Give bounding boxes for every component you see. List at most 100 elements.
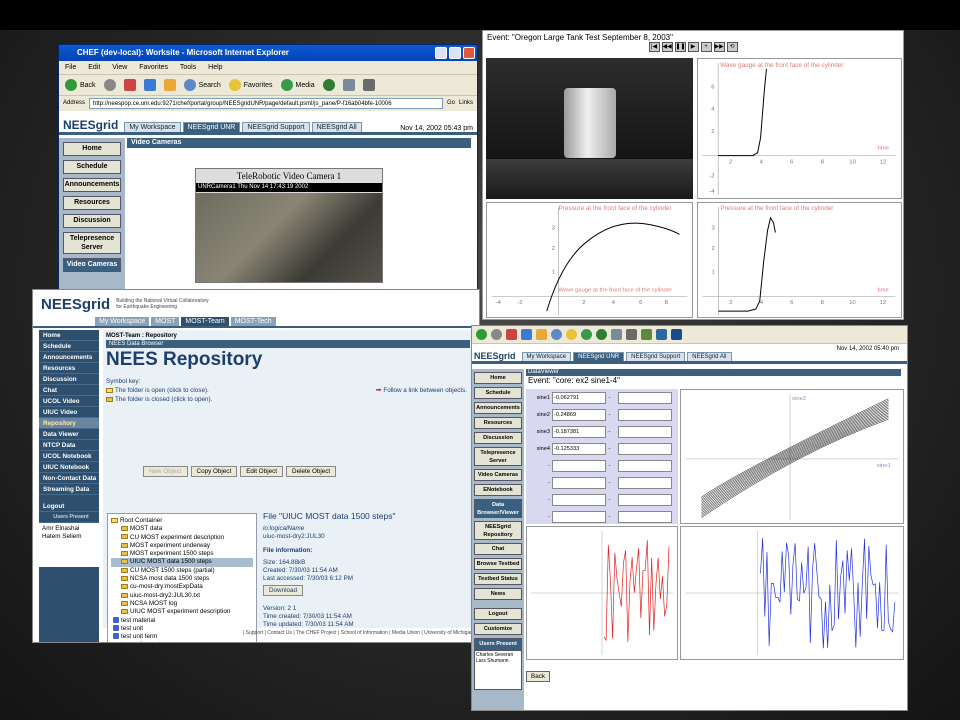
- tab-neesgrid-unr[interactable]: NEESgrid UNR: [573, 352, 625, 361]
- forward-arrow-icon[interactable]: [103, 79, 116, 91]
- nav-neesgrid-repository[interactable]: NEESgrid Repository: [474, 521, 522, 540]
- tree-item[interactable]: uiuc-most-dry2:JUL30.txt: [111, 592, 253, 600]
- nav-repository[interactable]: Repository: [39, 418, 99, 429]
- nav-enotebook[interactable]: ENotebook: [474, 484, 522, 496]
- tree-item[interactable]: Root Container: [111, 517, 253, 525]
- tree-item[interactable]: NCSA MOST log: [111, 600, 253, 608]
- tree-item[interactable]: MOST experiment underway: [111, 542, 253, 550]
- nav-data-browser-viewer[interactable]: Data Browser/Viewer: [474, 499, 522, 518]
- sine-value-field[interactable]: [552, 460, 606, 472]
- copy-object-button[interactable]: Copy Object: [190, 466, 238, 477]
- tank-video-frame[interactable]: [486, 58, 693, 199]
- tree-item[interactable]: NCSA most data 1500 steps: [111, 575, 253, 583]
- nav-non-contact-data[interactable]: Non-Contact Data: [39, 473, 99, 484]
- nav-logout[interactable]: Logout: [474, 608, 522, 620]
- menu-favorites[interactable]: Favorites: [139, 64, 168, 71]
- loop-button[interactable]: ⟲: [726, 42, 738, 52]
- menu-file[interactable]: File: [65, 64, 76, 71]
- home-icon[interactable]: [536, 329, 547, 340]
- nav-data-viewer[interactable]: Data Viewer: [39, 429, 99, 440]
- tab-most-tech[interactable]: MOST-Tech: [230, 317, 276, 326]
- back-button[interactable]: Back: [526, 671, 550, 682]
- menu-tools[interactable]: Tools: [180, 64, 196, 71]
- download-button[interactable]: Download: [263, 585, 304, 596]
- nav-telepresence-server[interactable]: Telepresence Server: [63, 232, 121, 254]
- tree-item[interactable]: CU MOST 1500 steps (partial): [111, 567, 253, 575]
- nav-schedule[interactable]: Schedule: [474, 387, 522, 399]
- sine-value-field[interactable]: -0.187381: [552, 426, 606, 438]
- nav-discussion[interactable]: Discussion: [63, 214, 121, 228]
- tree-item[interactable]: test material: [111, 617, 253, 625]
- tree-item[interactable]: CU MOST experiment description: [111, 534, 253, 542]
- tree-item[interactable]: UIUC MOST data 1500 steps: [111, 558, 253, 567]
- camera-image[interactable]: [196, 193, 382, 282]
- nav-uiuc-video[interactable]: UIUC Video: [39, 407, 99, 418]
- plot-wave-gauge-time[interactable]: 2 4 6 8 10 12 6 4 2 -2 -4 Wave gauge at the front…: [697, 58, 902, 199]
- tab-most-team[interactable]: MOST-Team: [181, 317, 229, 326]
- tab-neesgrid-all[interactable]: NEESgrid All: [311, 122, 362, 132]
- nav-resources[interactable]: Resources: [63, 196, 121, 210]
- play-button[interactable]: ▶: [687, 42, 699, 52]
- mail-icon[interactable]: [611, 329, 622, 340]
- media-icon[interactable]: [581, 329, 592, 340]
- nav-telepresence-server[interactable]: Telepresence Server: [474, 447, 522, 466]
- tab-my-workspace[interactable]: My Workspace: [521, 352, 572, 361]
- maximize-icon[interactable]: [449, 47, 461, 59]
- star-icon[interactable]: [566, 329, 577, 340]
- tab-neesgrid-all[interactable]: NEESgrid All: [687, 352, 732, 361]
- tab-neesgrid-support[interactable]: NEESgrid Support: [626, 352, 686, 361]
- go-button[interactable]: Go: [447, 100, 455, 106]
- sine-value-field[interactable]: [552, 511, 606, 523]
- nav-logout[interactable]: Logout: [39, 501, 99, 512]
- fast-forward-button[interactable]: ▶▶: [713, 42, 725, 52]
- sine-second-field[interactable]: [618, 392, 672, 404]
- plot-pressure-time[interactable]: 2 4 6 8 10 12 3 2 1 Pressure at the front face …: [697, 202, 902, 318]
- nav-customize[interactable]: Customize: [474, 623, 522, 635]
- nav-schedule[interactable]: Schedule: [39, 341, 99, 352]
- nav-ntcp-data[interactable]: NTCP Data: [39, 440, 99, 451]
- home-icon[interactable]: [163, 79, 176, 91]
- media-button[interactable]: Media: [280, 79, 315, 91]
- edit-object-button[interactable]: Edit Object: [240, 466, 284, 477]
- pause-button[interactable]: ❚❚: [674, 42, 686, 52]
- sine-second-field[interactable]: [618, 443, 672, 455]
- skip-start-button[interactable]: |◀: [648, 42, 660, 52]
- sine-second-field[interactable]: [618, 460, 672, 472]
- nav-video-cameras[interactable]: Video Cameras: [474, 469, 522, 481]
- blue-sine-trace[interactable]: [680, 526, 904, 660]
- stop-icon[interactable]: [506, 329, 517, 340]
- favorites-button[interactable]: Favorites: [228, 79, 273, 91]
- refresh-icon[interactable]: [521, 329, 532, 340]
- tree-item[interactable]: MOST data: [111, 525, 253, 533]
- nav-ucol-video[interactable]: UCOL Video: [39, 396, 99, 407]
- history-icon[interactable]: [322, 79, 335, 91]
- sine-second-field[interactable]: [618, 494, 672, 506]
- nav-video-cameras[interactable]: Video Cameras: [63, 258, 121, 272]
- menu-edit[interactable]: Edit: [88, 64, 100, 71]
- edit-icon[interactable]: [641, 329, 652, 340]
- nav-discussion[interactable]: Discussion: [474, 432, 522, 444]
- nav-ucol-notebook[interactable]: UCOL Notebook: [39, 451, 99, 462]
- tree-item[interactable]: cu-most-dry:mostExpData: [111, 583, 253, 591]
- search-button[interactable]: Search: [183, 79, 221, 91]
- mail-icon[interactable]: [342, 79, 355, 91]
- nav-chat[interactable]: Chat: [474, 543, 522, 555]
- back-button[interactable]: Back: [65, 79, 96, 91]
- tab-most[interactable]: MOST: [151, 317, 180, 326]
- tree-item[interactable]: MOST experiment 1500 steps: [111, 550, 253, 558]
- sine-value-field[interactable]: -0.125333: [552, 443, 606, 455]
- back-arrow-icon[interactable]: [476, 329, 487, 340]
- nav-home[interactable]: Home: [39, 330, 99, 341]
- links-label[interactable]: Links: [459, 100, 473, 106]
- tab-neesgrid-support[interactable]: NEESgrid Support: [242, 122, 310, 132]
- nav-chat[interactable]: Chat: [39, 385, 99, 396]
- delete-object-button[interactable]: Delete Object: [286, 466, 337, 477]
- address-input[interactable]: http://neespop.ce.unr.edu:9271/chef/port…: [89, 97, 443, 109]
- discuss-icon[interactable]: [656, 329, 667, 340]
- sine-value-field[interactable]: [552, 477, 606, 489]
- nav-resources[interactable]: Resources: [474, 417, 522, 429]
- scatter-sine2-sine1[interactable]: sine2 sine1: [680, 389, 904, 524]
- print-icon[interactable]: [362, 79, 375, 91]
- menu-view[interactable]: View: [112, 64, 127, 71]
- nav-announcements[interactable]: Announcements: [474, 402, 522, 414]
